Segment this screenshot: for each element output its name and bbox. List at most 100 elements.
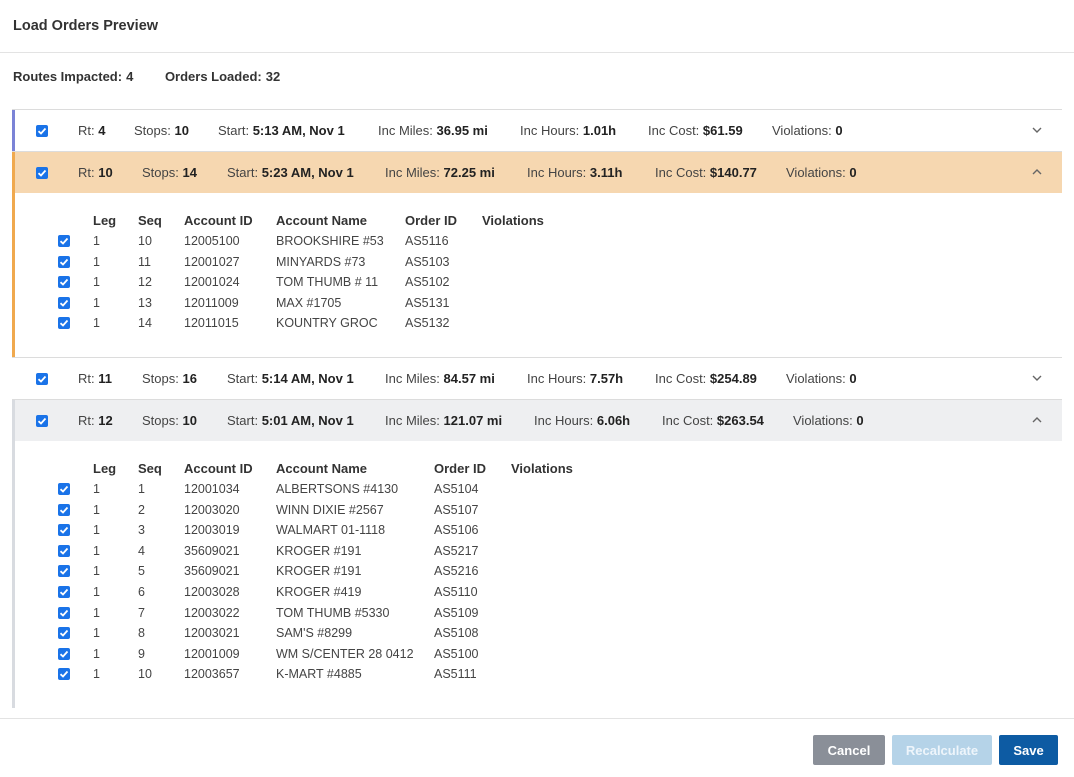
save-button[interactable]: Save xyxy=(999,735,1058,765)
route-checkbox[interactable] xyxy=(36,125,48,137)
cell-seq: 8 xyxy=(138,626,145,641)
route-stops-label: Stops: xyxy=(142,165,179,180)
cell-order-id: AS5116 xyxy=(405,234,449,248)
order-checkbox[interactable] xyxy=(58,606,70,619)
route-violations-label: Violations: xyxy=(793,413,853,428)
cell-seq: 6 xyxy=(138,585,145,599)
route-accent-bar xyxy=(12,358,15,399)
chevron-up-icon[interactable] xyxy=(1030,413,1044,427)
cell-seq: 3 xyxy=(138,523,145,538)
route-hours-value: 7.57h xyxy=(589,371,624,386)
route-cost: Inc Cost: $140.77 xyxy=(655,165,757,180)
cell-order-id: AS5107 xyxy=(434,502,479,517)
route-miles: Inc Miles: 121.07 mi xyxy=(385,413,502,428)
cell-leg: 1 xyxy=(93,605,100,620)
route-stops-label: Stops: xyxy=(142,413,179,428)
order-checkbox[interactable] xyxy=(58,317,70,330)
route-row[interactable]: Rt: 11 Stops: 16 Start: 5:14 AM, Nov 1 Inc … xyxy=(12,357,1062,399)
route-hours-label: Inc Hours: xyxy=(527,371,587,386)
order-checkbox[interactable] xyxy=(58,235,70,247)
route-violations-label: Violations: xyxy=(786,371,846,386)
order-checkbox[interactable] xyxy=(58,627,70,640)
route-start-label: Start: xyxy=(227,165,259,180)
cell-account-name: MAX #1705 xyxy=(276,295,342,310)
cell-account-id: 12003028 xyxy=(184,585,240,599)
order-checkbox[interactable] xyxy=(58,276,70,289)
route-row[interactable]: Rt: 4 Stops: 10 Start: 5:13 AM, Nov 1 Inc M… xyxy=(12,109,1062,151)
route-checkbox-wrap xyxy=(36,125,48,140)
cell-leg: 1 xyxy=(93,667,100,682)
cell-account-name: TOM THUMB # 11 xyxy=(276,275,379,290)
order-checkbox[interactable] xyxy=(58,296,70,309)
cell-account-id: 12003019 xyxy=(184,523,240,538)
chevron-down-icon[interactable] xyxy=(1030,123,1044,137)
detail-accent-bar xyxy=(12,441,15,708)
route-checkbox[interactable] xyxy=(36,373,48,385)
route-violations-value: 0 xyxy=(849,165,857,180)
route-miles-label: Inc Miles: xyxy=(385,165,440,180)
route-stops: Stops: 10 xyxy=(134,123,189,138)
cell-leg: 1 xyxy=(93,502,100,517)
column-header: Seq xyxy=(138,213,162,228)
column-header: Seq xyxy=(138,461,162,476)
order-checkbox[interactable] xyxy=(58,647,70,660)
route-violations: Violations: 0 xyxy=(786,165,857,180)
route-rt: Rt: 4 xyxy=(78,123,105,138)
route-checkbox[interactable] xyxy=(36,415,48,427)
route-cost-value: $140.77 xyxy=(709,165,757,180)
order-checkbox[interactable] xyxy=(58,586,70,598)
route-rt-value: 10 xyxy=(98,165,113,180)
order-checkbox[interactable] xyxy=(58,668,70,681)
route-rt-value: 12 xyxy=(98,413,113,428)
route-stops-label: Stops: xyxy=(142,371,179,386)
chevron-down-icon[interactable] xyxy=(1030,371,1044,385)
cell-seq: 7 xyxy=(138,605,145,620)
route-row[interactable]: Rt: 10 Stops: 14 Start: 5:23 AM, Nov 1 Inc … xyxy=(12,151,1062,193)
orders-loaded-label: Orders Loaded: xyxy=(164,69,262,84)
column-header: Violations xyxy=(511,461,573,476)
route-stops-value: 10 xyxy=(174,123,189,138)
route-violations-value: 0 xyxy=(849,371,857,386)
recalculate-button[interactable]: Recalculate xyxy=(892,735,992,765)
route-cost-value: $61.59 xyxy=(702,123,743,138)
cell-account-name: MINYARDS #73 xyxy=(276,254,366,269)
route-stops-value: 16 xyxy=(182,371,197,386)
route-miles-value: 84.57 mi xyxy=(443,371,495,386)
cell-account-id: 12003020 xyxy=(184,502,240,517)
order-checkbox-wrap xyxy=(58,483,70,498)
orders-loaded: Orders Loaded: 32 xyxy=(165,69,280,84)
cancel-button[interactable]: Cancel xyxy=(813,735,885,765)
cell-account-id: 12001034 xyxy=(184,482,240,496)
cell-account-name: KROGER #191 xyxy=(276,564,362,579)
chevron-up-icon[interactable] xyxy=(1030,165,1044,179)
cell-account-id: 12001027 xyxy=(184,254,240,269)
route-row[interactable]: Rt: 12 Stops: 10 Start: 5:01 AM, Nov 1 Inc … xyxy=(12,399,1062,441)
cell-account-name: WM S/CENTER 28 0412 xyxy=(276,646,414,661)
column-header: Account Name xyxy=(276,461,368,476)
cell-leg: 1 xyxy=(93,523,100,538)
cell-account-name: TOM THUMB #5330 xyxy=(276,605,390,620)
route-hours-value: 6.06h xyxy=(596,413,631,428)
route-rt-label: Rt: xyxy=(78,123,95,138)
order-checkbox-wrap xyxy=(58,586,70,601)
order-checkbox[interactable] xyxy=(58,255,70,268)
column-header: Violations xyxy=(482,213,544,228)
column-header: Account ID xyxy=(184,213,253,228)
order-checkbox[interactable] xyxy=(58,565,70,578)
route-checkbox[interactable] xyxy=(36,167,48,179)
route-orders-detail: Leg Seq Account ID Account Name Order ID Viol… xyxy=(12,193,1062,357)
cell-order-id: AS5111 xyxy=(434,667,477,682)
route-stops-value: 14 xyxy=(182,165,197,180)
cell-seq: 13 xyxy=(138,295,152,310)
cell-account-id: 12001024 xyxy=(184,275,240,290)
order-checkbox[interactable] xyxy=(58,503,70,516)
order-checkbox[interactable] xyxy=(58,524,70,537)
cell-leg: 1 xyxy=(93,254,100,269)
route-violations: Violations: 0 xyxy=(793,413,864,428)
route-miles: Inc Miles: 84.57 mi xyxy=(385,371,495,386)
order-checkbox[interactable] xyxy=(58,544,70,557)
route-stops-label: Stops: xyxy=(134,123,171,138)
order-checkbox-wrap xyxy=(58,503,70,519)
route-miles: Inc Miles: 36.95 mi xyxy=(378,123,488,138)
order-checkbox[interactable] xyxy=(58,483,70,495)
